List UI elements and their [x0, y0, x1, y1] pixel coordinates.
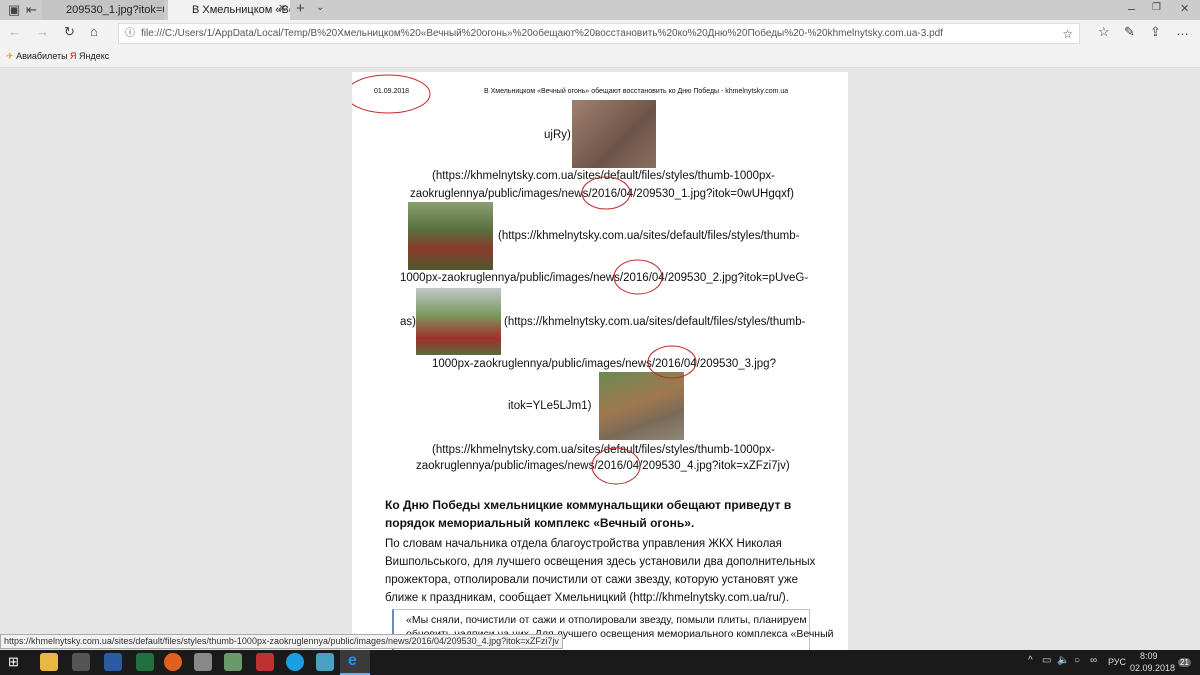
circle-icon[interactable]: ○ — [1074, 655, 1080, 666]
status-bar-url: https://khmelnytsky.com.ua/sites/default… — [0, 634, 563, 649]
lead-text: порядок мемориальный комплекс «Вечный ог… — [385, 516, 695, 530]
paragraph-line: прожектора, отполировали почистили от са… — [385, 574, 798, 586]
taskbar: ⊞ e ^ ▭ 🔈 ○ ∞ РУС 8:09 02.09.2018 21 — [0, 650, 1200, 675]
forward-icon[interactable]: → — [36, 24, 49, 39]
app-icon[interactable] — [194, 653, 212, 671]
volume-icon[interactable]: 🔈 — [1057, 655, 1069, 666]
info-icon: ⓘ — [125, 28, 135, 39]
red-annotation-circles — [352, 74, 697, 485]
language-indicator[interactable]: РУС — [1108, 657, 1126, 667]
share-icon[interactable]: ⇪ — [1150, 24, 1161, 40]
paragraph-line: ближе к праздникам, сообщает Хмельницкий… — [385, 592, 789, 604]
link-icon[interactable]: ∞ — [1090, 655, 1097, 666]
set-aside-tabs-icon[interactable]: ⇤ — [26, 2, 37, 18]
clock-date[interactable]: 02.09.2018 — [1130, 663, 1175, 673]
annotation-circle — [581, 176, 631, 210]
excel-icon[interactable] — [136, 653, 154, 671]
favorites-bar: ✈ Авиабилеты Я Яндекс — [0, 46, 1200, 68]
more-icon[interactable]: … — [1176, 23, 1189, 38]
tab-image[interactable]: 209530_1.jpg?itok=0wUHgc — [42, 0, 164, 20]
favorite-label: Авиабилеты — [16, 51, 68, 61]
clock-time[interactable]: 8:09 — [1140, 651, 1158, 661]
home-icon[interactable]: ⌂ — [90, 24, 98, 39]
firefox-icon[interactable] — [164, 653, 182, 671]
pen-icon[interactable]: ✎ — [1124, 24, 1135, 40]
edge-taskbar-button[interactable]: e — [340, 650, 370, 675]
plane-icon: ✈ — [6, 51, 14, 61]
edge-icon: e — [348, 652, 357, 669]
close-window-icon[interactable]: ✕ — [1180, 2, 1189, 15]
paragraph-line: Вишпольського, для лучшего освещения зде… — [385, 556, 816, 568]
app-icon[interactable] — [316, 653, 334, 671]
tab-preview-icon[interactable]: ▣ — [8, 2, 20, 18]
start-icon[interactable]: ⊞ — [8, 654, 19, 670]
annotation-circle — [591, 447, 641, 485]
maximize-icon[interactable]: ❐ — [1152, 2, 1161, 13]
notification-center-badge[interactable]: 21 — [1178, 658, 1191, 667]
media-icon[interactable] — [72, 653, 90, 671]
minimize-icon[interactable]: – — [1128, 1, 1135, 16]
address-input[interactable]: ⓘ file:///C:/Users/1/AppData/Local/Temp/В… — [118, 23, 1080, 44]
back-icon[interactable]: ← — [8, 24, 21, 39]
url-text: file:///C:/Users/1/AppData/Local/Temp/В%… — [141, 28, 943, 39]
tab-label: В Хмельницком «Вечн — [192, 4, 290, 16]
tab-label: 209530_1.jpg?itok=0wUHgc — [66, 4, 164, 16]
favorites-icon[interactable]: ☆ — [1098, 24, 1110, 40]
annotation-circle — [352, 74, 431, 114]
chevron-down-icon[interactable]: ⌄ — [316, 2, 324, 13]
annotation-circle — [647, 345, 697, 379]
close-tab-icon[interactable]: ✕ — [278, 2, 287, 15]
favorite-yandex[interactable]: Я Яндекс — [70, 51, 109, 61]
skype-icon[interactable] — [286, 653, 304, 671]
favorite-label: Яндекс — [79, 51, 110, 61]
tray-chevron-icon[interactable]: ^ — [1028, 655, 1033, 666]
yandex-icon: Я — [70, 51, 77, 61]
new-tab-icon[interactable]: + — [296, 0, 305, 17]
explorer-icon[interactable] — [40, 653, 58, 671]
star-icon[interactable]: ☆ — [1062, 25, 1073, 43]
paragraph-line: По словам начальника отдела благоустройс… — [385, 538, 782, 550]
annotation-circle — [613, 259, 663, 295]
app-icon[interactable] — [224, 653, 242, 671]
network-icon[interactable]: ▭ — [1042, 655, 1051, 666]
pdf-page: 01.09.2018 В Хмельницком «Вечный огонь» … — [352, 72, 848, 659]
refresh-icon[interactable]: ↻ — [64, 24, 75, 40]
quote-line: «Мы сняли, почистили от сажи и отполиров… — [406, 614, 807, 626]
app-icon[interactable] — [256, 653, 274, 671]
lead-text: Ко Дню Победы хмельницкие коммунальщики … — [385, 498, 792, 512]
tab-bar: ▣ ⇤ 209530_1.jpg?itok=0wUHgc В Хмельницк… — [0, 0, 1200, 20]
word-icon[interactable] — [104, 653, 122, 671]
favorite-aviabilety[interactable]: ✈ Авиабилеты — [6, 51, 68, 62]
tab-pdf-active[interactable]: В Хмельницком «Вечн — [168, 0, 290, 20]
